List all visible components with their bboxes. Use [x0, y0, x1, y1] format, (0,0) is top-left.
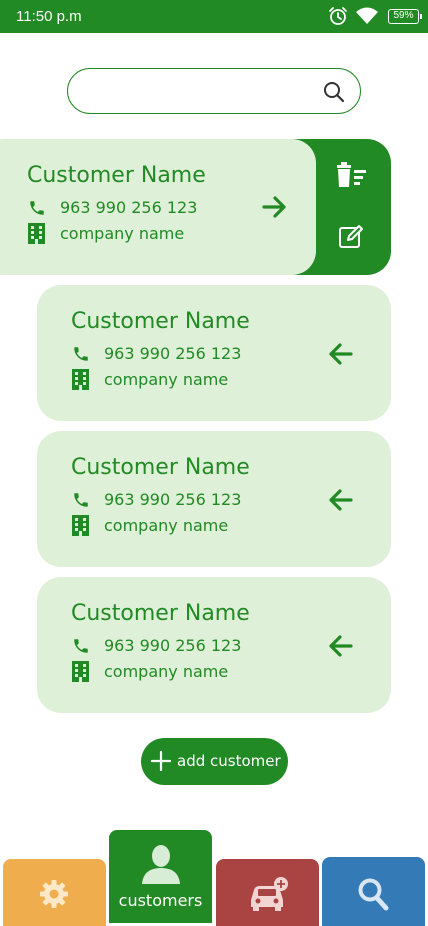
car-add-icon	[251, 877, 288, 911]
tab-add-car[interactable]	[216, 859, 319, 926]
customer-phone: 963 990 256 123	[104, 490, 242, 509]
customer-card[interactable]: Customer Name 963 990 256 123 company na…	[37, 577, 391, 713]
plus-icon	[151, 751, 171, 771]
customer-name: Customer Name	[71, 455, 250, 480]
building-icon	[72, 515, 89, 536]
add-customer-label: add customer	[177, 752, 281, 770]
edit-icon[interactable]	[337, 223, 365, 251]
arrow-left-icon[interactable]	[327, 634, 353, 658]
arrow-left-icon[interactable]	[327, 342, 353, 366]
customer-card[interactable]: Customer Name 963 990 256 123 company na…	[0, 139, 316, 275]
customer-company: company name	[104, 516, 229, 535]
phone-icon	[74, 347, 88, 361]
add-customer-button[interactable]: add customer	[141, 738, 288, 785]
arrow-left-icon[interactable]	[327, 488, 353, 512]
building-icon	[72, 661, 89, 682]
customer-phone: 963 990 256 123	[104, 344, 242, 363]
customer-name: Customer Name	[27, 163, 206, 188]
building-icon	[72, 369, 89, 390]
person-icon	[142, 845, 180, 884]
phone-icon	[74, 639, 88, 653]
status-time: 11:50 p.m	[16, 8, 82, 25]
customer-phone: 963 990 256 123	[104, 636, 242, 655]
customer-card[interactable]: Customer Name 963 990 256 123 company na…	[37, 285, 391, 421]
tab-customers[interactable]: customers	[109, 830, 212, 923]
search-input[interactable]	[86, 79, 316, 103]
customer-company: company name	[104, 662, 229, 681]
search-icon[interactable]	[322, 80, 346, 104]
tab-search[interactable]	[322, 857, 425, 926]
customer-name: Customer Name	[71, 601, 250, 626]
delete-sweep-icon[interactable]	[334, 161, 368, 189]
customer-name: Customer Name	[71, 309, 250, 334]
phone-icon	[74, 493, 88, 507]
battery-icon: 59%	[388, 9, 422, 24]
customer-company: company name	[104, 370, 229, 389]
tab-settings[interactable]	[3, 859, 106, 926]
search-icon	[358, 878, 389, 911]
gear-icon	[40, 880, 68, 908]
alarm-icon	[329, 7, 347, 25]
customer-card[interactable]: Customer Name 963 990 256 123 company na…	[37, 431, 391, 567]
tab-customers-label: customers	[118, 891, 203, 910]
arrow-right-icon[interactable]	[262, 195, 288, 219]
phone-icon	[30, 201, 44, 215]
customer-phone: 963 990 256 123	[60, 198, 198, 217]
wifi-icon	[356, 7, 378, 24]
search-bar	[67, 68, 361, 114]
battery-level: 59%	[393, 10, 414, 21]
building-icon	[28, 223, 45, 244]
status-bar: 11:50 p.m 59%	[0, 0, 428, 33]
customer-company: company name	[60, 224, 185, 243]
